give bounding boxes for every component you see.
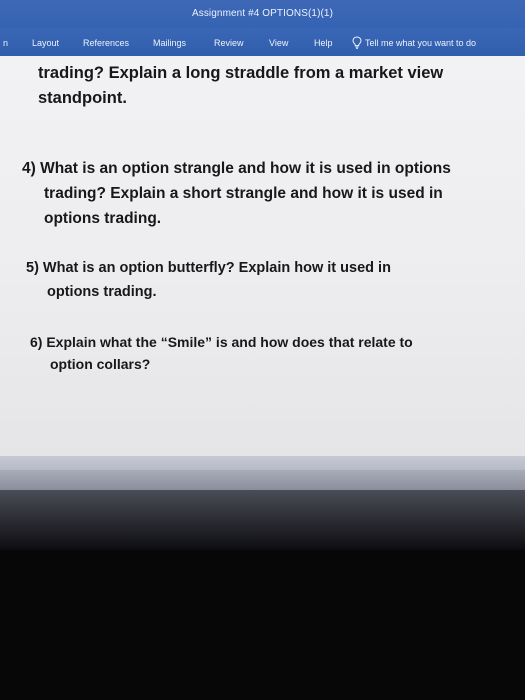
question-4-line-2: trading? Explain a short strangle and ho…: [44, 185, 443, 202]
question-4-line-3: options trading.: [44, 210, 162, 227]
question-6-line-1: 6) Explain what the “Smile” is and how d…: [30, 334, 413, 350]
question-3-line-1: trading? Explain a long straddle from a …: [38, 64, 444, 82]
document-page[interactable]: trading? Explain a long straddle from a …: [0, 56, 525, 456]
question-5-line-1: 5) What is an option butterfly? Explain …: [26, 260, 391, 276]
question-5-line-2: options trading.: [47, 284, 157, 300]
tab-view[interactable]: View: [269, 38, 288, 48]
lightbulb-icon: [352, 36, 362, 49]
tab-truncated[interactable]: n: [3, 38, 8, 48]
question-3-line-2: standpoint.: [38, 89, 127, 107]
screen-shadow: [0, 490, 525, 550]
question-6-line-2: option collars?: [50, 356, 151, 372]
tell-me-search[interactable]: Tell me what you want to do: [365, 38, 476, 48]
tab-mailings[interactable]: Mailings: [153, 38, 186, 48]
status-bar: [0, 456, 525, 470]
tab-help[interactable]: Help: [314, 38, 333, 48]
title-bar: Assignment #4 OPTIONS(1)(1): [0, 0, 525, 28]
ribbon-tabs: n Layout References Mailings Review View…: [0, 28, 525, 56]
window-title: Assignment #4 OPTIONS(1)(1): [191, 8, 334, 19]
screen: Assignment #4 OPTIONS(1)(1) n Layout Ref…: [0, 0, 525, 700]
window-bottom-edge: [0, 470, 525, 490]
tab-layout[interactable]: Layout: [32, 38, 59, 48]
tab-references[interactable]: References: [83, 38, 129, 48]
tab-review[interactable]: Review: [214, 38, 244, 48]
question-4-line-1: 4) What is an option strangle and how it…: [22, 160, 451, 177]
